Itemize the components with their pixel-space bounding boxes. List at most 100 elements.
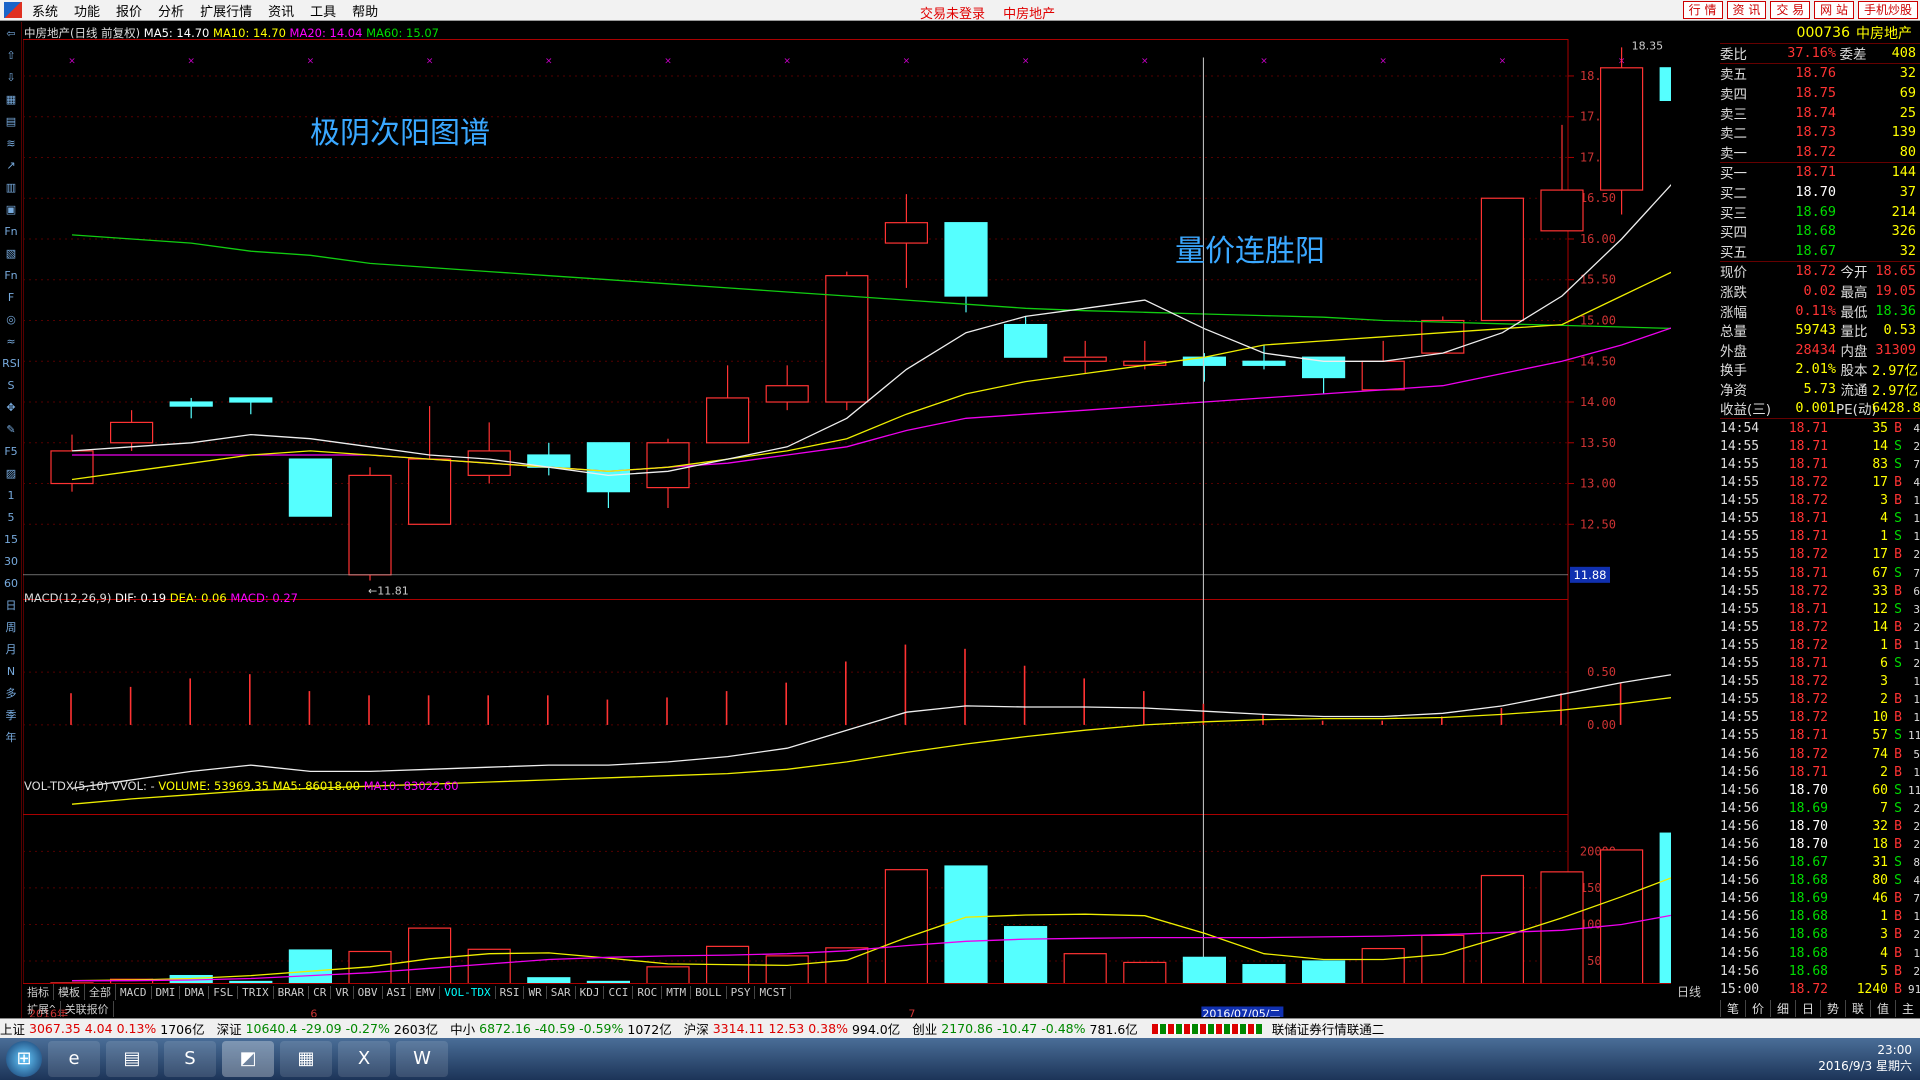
left-tool-button[interactable]: ≈	[1, 332, 21, 352]
indicator-tab[interactable]: EMV	[411, 985, 441, 999]
bid-row[interactable]: 买二 18.70 37	[1720, 182, 1920, 202]
left-tool-button[interactable]: Fn	[1, 266, 21, 286]
indicator-tab[interactable]: RSI	[496, 985, 525, 999]
bid-row[interactable]: 买四 18.68 326	[1720, 221, 1920, 241]
left-tool-button[interactable]: RSI	[1, 354, 21, 374]
indicator-tab[interactable]: OBV	[354, 985, 383, 999]
ask-row[interactable]: 卖一 18.72 80	[1720, 142, 1920, 162]
left-tool-button[interactable]: ▣	[1, 200, 21, 220]
left-tool-button[interactable]: ↗	[1, 156, 21, 176]
news-button[interactable]: 资 讯	[1726, 1, 1767, 19]
left-tool-button[interactable]: 周	[1, 618, 21, 638]
indicator-tab[interactable]: WR	[524, 985, 547, 999]
ask-row[interactable]: 卖四 18.75 69	[1720, 83, 1920, 103]
indicator-tab[interactable]: DMA	[180, 985, 210, 999]
indicator-tab[interactable]: KDJ	[576, 985, 605, 999]
left-tool-button[interactable]: F5	[1, 442, 21, 462]
indicator-tab[interactable]: VR	[331, 985, 354, 999]
quote-button[interactable]: 行 情	[1682, 1, 1723, 19]
extend-tab[interactable]: 扩展^	[23, 1000, 61, 1017]
left-tool-button[interactable]: Fn	[1, 222, 21, 242]
indicator-tab[interactable]: VOL-TDX	[440, 985, 496, 999]
left-tool-button[interactable]: ▧	[1, 244, 21, 264]
right-tab[interactable]: 笔	[1720, 1000, 1745, 1017]
left-tool-button[interactable]: 年	[1, 728, 21, 748]
related-quote-tab[interactable]: 关联报价	[61, 1000, 114, 1017]
indicator-tab[interactable]: CR	[309, 985, 332, 999]
left-tool-button[interactable]: ✎	[1, 420, 21, 440]
menu-quote[interactable]: 报价	[110, 1, 152, 20]
mobile-trading-button[interactable]: 手机炒股	[1857, 1, 1918, 19]
word-icon[interactable]: W	[396, 1041, 448, 1077]
left-tool-button[interactable]: ⇩	[1, 68, 21, 88]
website-button[interactable]: 网 站	[1814, 1, 1854, 19]
left-tool-button[interactable]: 15	[1, 530, 21, 550]
menu-news[interactable]: 资讯	[262, 1, 304, 20]
right-tab[interactable]: 主	[1895, 1000, 1920, 1017]
indicator-tab[interactable]: ASI	[383, 985, 412, 999]
left-tool-button[interactable]: ◎	[1, 310, 21, 330]
left-tool-button[interactable]: ≋	[1, 134, 21, 154]
left-tool-button[interactable]: N	[1, 662, 21, 682]
menu-function[interactable]: 功能	[68, 1, 110, 20]
left-tool-button[interactable]: ▦	[1, 90, 21, 110]
system-clock[interactable]: 23:00 2016/9/3 星期六	[1818, 1042, 1912, 1074]
left-tool-button[interactable]: F	[1, 288, 21, 308]
left-tool-button[interactable]: 1	[1, 486, 21, 506]
stock-app-icon[interactable]: ◩	[222, 1041, 274, 1077]
bid-row[interactable]: 买三 18.69 214	[1720, 202, 1920, 222]
sogou-icon[interactable]: S	[164, 1041, 216, 1077]
right-tab[interactable]: 联	[1845, 1000, 1870, 1017]
right-tab[interactable]: 日	[1795, 1000, 1820, 1017]
left-tool-button[interactable]: 多	[1, 684, 21, 704]
left-tool-button[interactable]: 60	[1, 574, 21, 594]
menu-help[interactable]: 帮助	[346, 1, 388, 20]
bid-row[interactable]: 买五 18.67 32	[1720, 241, 1920, 261]
ask-row[interactable]: 卖五 18.76 32	[1720, 64, 1920, 83]
indicator-tab[interactable]: CCI	[604, 985, 634, 999]
indicator-tab[interactable]: TRIX	[238, 985, 274, 999]
right-tab[interactable]: 势	[1820, 1000, 1845, 1017]
right-tab[interactable]: 值	[1870, 1000, 1895, 1017]
indicator-tab[interactable]: SAR	[547, 985, 576, 999]
indicator-tab[interactable]: 模板	[54, 984, 85, 1000]
indicator-tab[interactable]: FSL	[209, 985, 239, 999]
left-tool-button[interactable]: S	[1, 376, 21, 396]
left-tool-button[interactable]: ▥	[1, 178, 21, 198]
right-tab[interactable]: 细	[1770, 1000, 1795, 1017]
trade-login-status[interactable]: 交易未登录	[920, 7, 985, 22]
indicator-tab[interactable]: MTM	[662, 985, 692, 999]
left-tool-button[interactable]: ⇧	[1, 46, 21, 66]
tick-list[interactable]: 14:54 18.71 35 B 4 14:55 18.71 14 S 2 14:55 18.71 83…	[1720, 419, 1920, 998]
left-tool-button[interactable]: 日	[1, 596, 21, 616]
ie-icon[interactable]: e	[48, 1041, 100, 1077]
candlestick-chart[interactable]: 18.0017.5017.0016.5016.0015.5015.0014.50…	[23, 22, 1671, 1017]
left-tool-button[interactable]: 季	[1, 706, 21, 726]
indicator-tab[interactable]: BOLL	[691, 985, 727, 999]
period-label[interactable]: 日线	[1660, 983, 1718, 1000]
left-tool-button[interactable]: ⇦	[1, 24, 21, 44]
start-button-icon[interactable]: ⊞	[6, 1041, 42, 1077]
ask-row[interactable]: 卖二 18.73 139	[1720, 122, 1920, 142]
menu-analysis[interactable]: 分析	[152, 1, 194, 20]
indicator-tab[interactable]: ROC	[633, 985, 663, 999]
indicator-tab[interactable]: 指标	[23, 984, 54, 1000]
left-tool-button[interactable]: ✥	[1, 398, 21, 418]
left-tool-button[interactable]: 5	[1, 508, 21, 528]
excel-icon[interactable]: X	[338, 1041, 390, 1077]
indicator-tab[interactable]: DMI	[152, 985, 181, 999]
left-tool-button[interactable]: ▨	[1, 464, 21, 484]
ask-row[interactable]: 卖三 18.74 25	[1720, 103, 1920, 123]
left-tool-button[interactable]: ▤	[1, 112, 21, 132]
menu-tools[interactable]: 工具	[304, 1, 346, 20]
left-tool-button[interactable]: 月	[1, 640, 21, 660]
menu-system[interactable]: 系统	[26, 1, 68, 20]
right-tab[interactable]: 价	[1745, 1000, 1770, 1017]
explorer-icon[interactable]: ▤	[106, 1041, 158, 1077]
menu-extended[interactable]: 扩展行情	[194, 1, 262, 20]
indicator-tab[interactable]: PSY	[727, 985, 756, 999]
left-tool-button[interactable]: 30	[1, 552, 21, 572]
bid-row[interactable]: 买一 18.71 144	[1720, 163, 1920, 182]
trade-button[interactable]: 交 易	[1770, 1, 1811, 19]
indicator-tab[interactable]: MACD	[116, 985, 152, 999]
